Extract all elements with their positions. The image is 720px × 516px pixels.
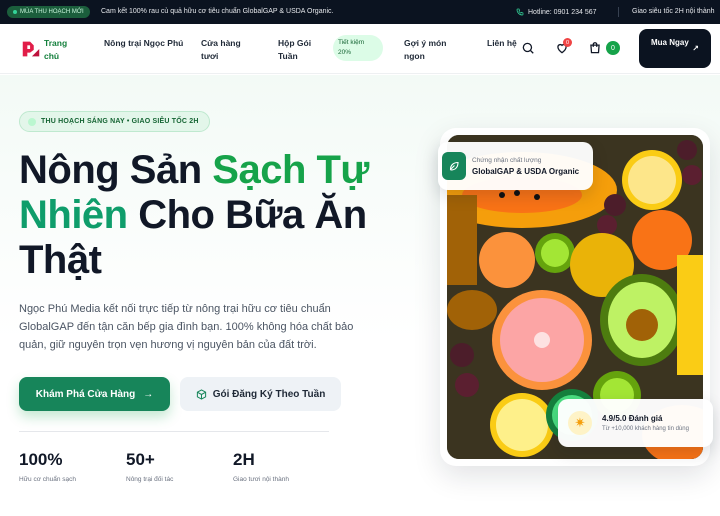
rating-card: ✷ 4.9/5.0 Đánh giá Từ +10,000 khách hàng… <box>558 399 713 447</box>
leaf-icon <box>442 152 466 180</box>
weekly-subscription-button[interactable]: Gói Đăng Ký Theo Tuần <box>180 377 341 411</box>
buy-now-button[interactable]: Mua Ngay ↗ <box>639 29 711 68</box>
brand-logo[interactable] <box>20 38 42 60</box>
nav-recipes[interactable]: Gợi ý món ngon <box>404 37 464 63</box>
search-button[interactable] <box>521 41 535 55</box>
hero-headline: Nông Sản Sạch Tự Nhiên Cho Bữa Ăn Thật <box>19 148 429 283</box>
headline-part-5: Thật <box>19 238 102 282</box>
rating-caption: Từ +10,000 khách hàng tin dùng <box>602 426 689 432</box>
headline-part-2: Sạch Tự <box>212 148 369 192</box>
buy-now-label: Mua Ngay <box>651 38 689 47</box>
fast-delivery-text: Giao siêu tốc 2H nội thành <box>632 8 715 15</box>
season-badge-label: MÙA THU HOẠCH MỚI <box>20 9 84 15</box>
phone-icon <box>516 8 524 16</box>
promo-text: Cam kết 100% rau củ quả hữu cơ tiêu chuẩ… <box>101 8 334 15</box>
rating-value: 4.9/5.0 Đánh giá <box>602 414 663 423</box>
search-icon <box>522 42 534 54</box>
stat-delivery-value: 2H <box>233 450 255 469</box>
sun-star-icon: ✷ <box>568 411 592 435</box>
arrow-up-right-icon: ↗ <box>692 44 699 53</box>
stats-divider <box>19 431 329 432</box>
weekly-subscription-label: Gói Đăng Ký Theo Tuần <box>212 388 326 400</box>
hotline[interactable]: Hotline: 0901 234 567 <box>516 8 597 16</box>
stat-organic-value: 100% <box>19 450 63 469</box>
announcement-bar: MÙA THU HOẠCH MỚI Cam kết 100% rau củ qu… <box>0 0 720 24</box>
stat-farms-label: Nông trại đối tác <box>126 476 174 483</box>
stat-organic-label: Hữu cơ chuẩn sạch <box>19 476 77 483</box>
nav-home[interactable]: Trang chủ <box>44 37 84 63</box>
certification-card: Chứng nhận chất lượng GlobalGAP & USDA O… <box>438 142 593 190</box>
nav-contact[interactable]: Liên hệ <box>487 37 517 50</box>
headline-part-4: Cho Bữa Ăn <box>127 193 367 237</box>
hero-description: Ngọc Phú Media kết nối trực tiếp từ nông… <box>19 303 354 351</box>
stat-delivery: 2H Giao tươi nội thành <box>233 450 289 483</box>
nav-weekly-box[interactable]: Hộp Gói Tuần <box>278 37 328 63</box>
headline-part-3: Nhiên <box>19 193 128 237</box>
certification-title: GlobalGAP & USDA Organic <box>472 167 580 176</box>
season-badge: MÙA THU HOẠCH MỚI <box>7 6 90 18</box>
box-icon <box>196 388 206 400</box>
badge-dot <box>13 10 17 14</box>
cart-button[interactable] <box>588 41 602 55</box>
headline-part-1: Nông Sản <box>19 148 213 192</box>
save-pill: Tiết kiệm 20% <box>333 35 383 61</box>
arrow-right-icon: → <box>143 388 154 400</box>
explore-shop-label: Khám Phá Cửa Hàng <box>35 388 136 400</box>
tag-dot <box>28 117 36 126</box>
certification-caption: Chứng nhận chất lượng <box>472 157 542 164</box>
stat-organic: 100% Hữu cơ chuẩn sạch <box>19 450 76 483</box>
nav-shop[interactable]: Cửa hàng tươi <box>201 37 257 63</box>
bag-icon <box>590 42 600 54</box>
wishlist-count: 0 <box>563 38 572 47</box>
stat-farms: 50+ Nông trại đối tác <box>126 450 173 483</box>
hero-tag: THU HOẠCH SÁNG NAY • GIAO SIÊU TỐC 2H <box>19 111 210 132</box>
topbar-divider <box>618 7 619 17</box>
explore-shop-button[interactable]: Khám Phá Cửa Hàng → <box>19 377 170 411</box>
nav-farm[interactable]: Nông trại Ngọc Phú <box>104 37 184 50</box>
hero-tag-label: THU HOẠCH SÁNG NAY • GIAO SIÊU TỐC 2H <box>41 118 199 125</box>
cart-count: 0 <box>606 41 620 55</box>
stat-delivery-label: Giao tươi nội thành <box>233 476 289 483</box>
stat-farms-value: 50+ <box>126 450 155 469</box>
hotline-label: Hotline: 0901 234 567 <box>528 8 597 16</box>
